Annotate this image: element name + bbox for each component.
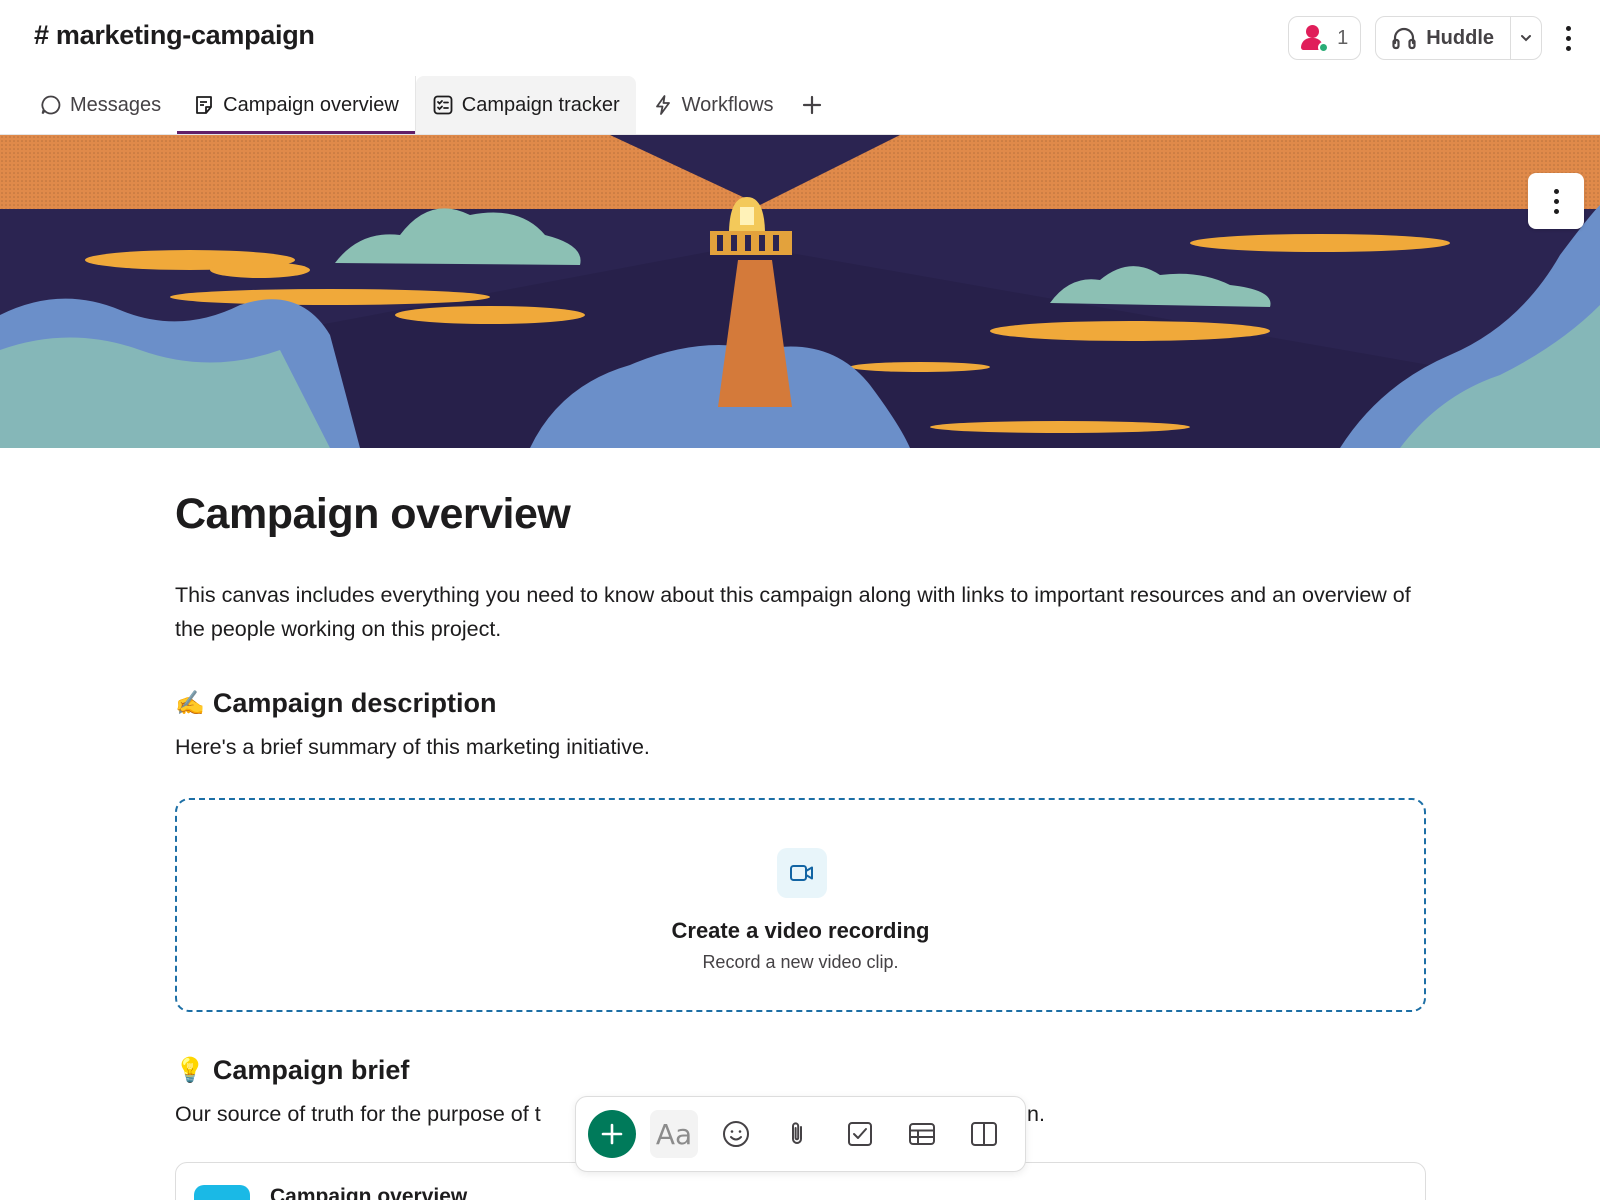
channel-title[interactable]: # marketing-campaign bbox=[34, 20, 315, 51]
tab-label: Campaign tracker bbox=[461, 93, 620, 116]
huddle-button[interactable]: Huddle bbox=[1376, 17, 1510, 59]
table-icon bbox=[909, 1123, 935, 1145]
section-heading-brief[interactable]: 💡 Campaign brief bbox=[175, 1055, 409, 1086]
plus-icon bbox=[802, 95, 821, 115]
tab-label: Messages bbox=[70, 93, 162, 116]
intro-paragraph[interactable]: This canvas includes everything you need… bbox=[175, 578, 1425, 646]
writing-hand-emoji: ✍️ bbox=[175, 690, 205, 717]
video-recording-subtitle: Record a new video clip. bbox=[702, 952, 899, 972]
header-actions: 1 Huddle bbox=[1288, 16, 1580, 60]
huddle-button-group: Huddle bbox=[1375, 16, 1542, 60]
lightning-icon bbox=[655, 95, 670, 115]
insert-columns-button[interactable] bbox=[960, 1110, 1008, 1158]
canvas-formatting-toolbar: Aa bbox=[575, 1096, 1026, 1172]
canvas-card-icon bbox=[194, 1185, 250, 1200]
chevron-down-icon bbox=[1521, 35, 1531, 42]
video-recording-block[interactable]: Create a video recording Record a new vi… bbox=[175, 798, 1426, 1012]
huddle-label: Huddle bbox=[1426, 26, 1494, 49]
channel-more-options-button[interactable] bbox=[1556, 16, 1580, 60]
section-heading-text: Campaign brief bbox=[212, 1055, 410, 1085]
section-brief-text[interactable]: Our source of truth for the purpose of t bbox=[175, 1102, 541, 1127]
emoji-button[interactable] bbox=[712, 1110, 760, 1158]
canvas-card-title: Campaign overview bbox=[270, 1185, 468, 1200]
plus-icon bbox=[601, 1123, 623, 1145]
checkbox-icon bbox=[848, 1122, 872, 1146]
page-title[interactable]: Campaign overview bbox=[175, 490, 571, 539]
light-bulb-emoji: 💡 bbox=[175, 1057, 205, 1084]
tab-label: Campaign overview bbox=[223, 93, 399, 116]
section-brief-text-end[interactable]: n. bbox=[1027, 1102, 1045, 1127]
tab-label: Workflows bbox=[681, 93, 774, 116]
columns-icon bbox=[971, 1122, 997, 1146]
canvas-header-image bbox=[0, 135, 1600, 448]
members-button[interactable]: 1 bbox=[1288, 16, 1362, 60]
add-tab-button[interactable] bbox=[790, 76, 834, 134]
tab-workflows[interactable]: Workflows bbox=[636, 76, 790, 134]
video-recording-title: Create a video recording bbox=[671, 918, 930, 943]
checklist-button[interactable] bbox=[836, 1110, 884, 1158]
canvas-icon bbox=[196, 96, 213, 114]
headphones-icon bbox=[1392, 27, 1416, 50]
lighthouse-illustration bbox=[0, 135, 1600, 448]
channel-header: # marketing-campaign 1 Huddle bbox=[0, 0, 1600, 78]
video-camera-icon bbox=[777, 848, 827, 898]
section-heading-text: Campaign description bbox=[212, 688, 497, 718]
tab-campaign-overview[interactable]: Campaign overview bbox=[177, 76, 415, 134]
tab-campaign-tracker[interactable]: Campaign tracker bbox=[415, 76, 636, 134]
list-checklist-icon bbox=[433, 95, 453, 115]
banner-options-button[interactable] bbox=[1528, 173, 1584, 229]
online-status-dot bbox=[1318, 42, 1330, 53]
insert-table-button[interactable] bbox=[898, 1110, 946, 1158]
attach-file-button[interactable] bbox=[774, 1110, 822, 1158]
huddle-options-button[interactable] bbox=[1511, 17, 1541, 59]
avatar bbox=[1297, 23, 1330, 53]
emoji-icon bbox=[723, 1121, 749, 1147]
tab-messages[interactable]: Messages bbox=[24, 76, 177, 134]
section-heading-description[interactable]: ✍️ Campaign description bbox=[175, 688, 496, 719]
channel-tabs: Messages Campaign overview Campaign trac… bbox=[24, 76, 834, 134]
members-count: 1 bbox=[1337, 26, 1349, 49]
section-description-text[interactable]: Here's a brief summary of this marketing… bbox=[175, 735, 650, 760]
insert-button[interactable] bbox=[588, 1110, 636, 1158]
attachment-icon bbox=[792, 1122, 802, 1144]
text-format-button[interactable]: Aa bbox=[650, 1110, 698, 1158]
message-bubble-icon bbox=[41, 95, 61, 115]
